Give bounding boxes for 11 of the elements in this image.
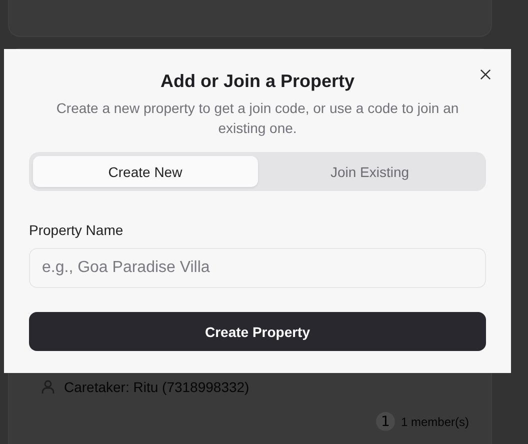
tab[interactable]: Create New <box>33 156 258 187</box>
dialog-subtitle: Create a new property to get a join code, or use a code to join an existing one. <box>55 99 460 138</box>
field-label: Property Name <box>29 222 124 238</box>
close-button[interactable] <box>478 67 493 82</box>
create-property-button[interactable]: Create Property <box>29 312 486 351</box>
property-name-field[interactable]: e.g., Goa Paradise Villa <box>29 248 486 288</box>
tab[interactable]: Join Existing <box>258 156 482 187</box>
dialog-title: Add or Join a Property <box>159 71 356 92</box>
member-count-badge: 1 <box>376 412 395 431</box>
person-icon <box>41 380 55 394</box>
close-icon <box>480 69 491 80</box>
